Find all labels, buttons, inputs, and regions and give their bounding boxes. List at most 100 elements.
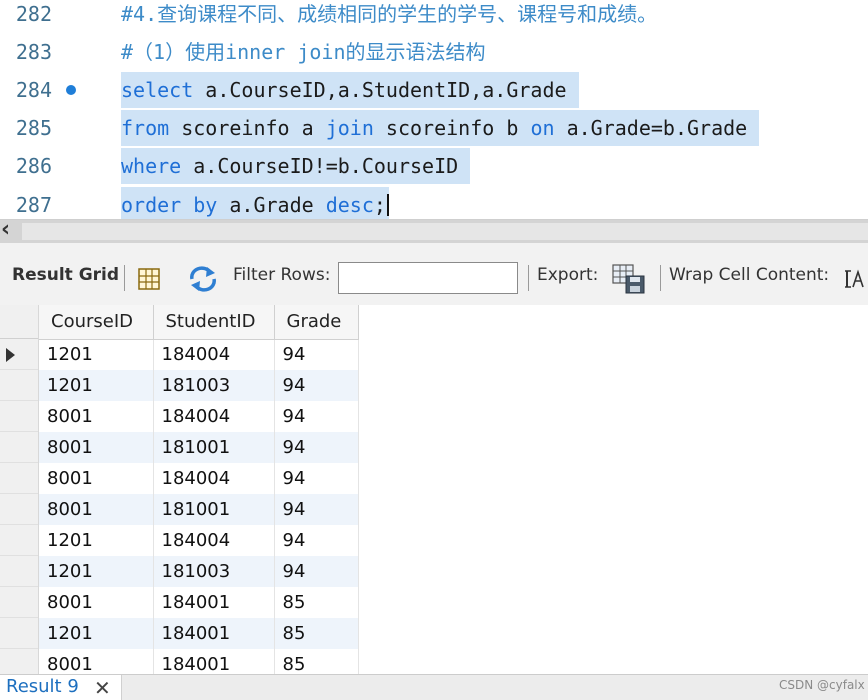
table-row[interactable]: 1201 184004 94 — [39, 525, 359, 556]
row-header[interactable] — [0, 432, 38, 463]
cell[interactable]: 8001 — [39, 463, 154, 494]
column-header-courseid[interactable]: CourseID — [39, 305, 154, 340]
grid-view-icon[interactable] — [137, 267, 161, 291]
comment-text: #4.查询课程不同、成绩相同的学生的学号、课程号和成绩。 — [121, 2, 658, 26]
cell[interactable]: 85 — [274, 587, 359, 618]
result-grid-button[interactable]: Result Grid — [12, 263, 119, 287]
cell[interactable]: 8001 — [39, 587, 154, 618]
filter-rows-input[interactable] — [338, 262, 518, 294]
code-text: order by a.Grade desc; — [121, 187, 389, 219]
row-header[interactable] — [0, 587, 38, 618]
table-row[interactable]: 8001 184001 85 — [39, 649, 359, 674]
cell[interactable]: 85 — [274, 649, 359, 674]
wrap-cell-content-label: Wrap Cell Content: — [669, 265, 830, 285]
line-number: 285 — [15, 116, 52, 140]
cell[interactable]: 94 — [274, 339, 359, 370]
scrollbar-thumb[interactable] — [22, 223, 868, 240]
keyword: desc — [325, 193, 374, 217]
sql-editor[interactable]: 282 #4.查询课程不同、成绩相同的学生的学号、课程号和成绩。 283 #（1… — [0, 0, 868, 219]
tab-label: Result 9 — [6, 676, 79, 697]
cell[interactable]: 94 — [274, 494, 359, 525]
table-row[interactable]: 8001 181001 94 — [39, 494, 359, 525]
cell[interactable]: 181003 — [153, 370, 275, 401]
cell[interactable]: 181001 — [153, 432, 275, 463]
cell[interactable]: 184004 — [153, 339, 275, 370]
code-fragment: a.Grade — [217, 193, 326, 217]
comment-text: #（1）使用inner join的显示语法结构 — [121, 40, 486, 64]
cell[interactable]: 8001 — [39, 649, 154, 674]
column-header-studentid[interactable]: StudentID — [153, 305, 275, 340]
result-table: CourseID StudentID Grade 1201 184004 94 12… — [39, 305, 359, 674]
header-row: CourseID StudentID Grade — [39, 305, 359, 340]
cell[interactable]: 94 — [274, 370, 359, 401]
cell[interactable]: 94 — [274, 525, 359, 556]
cell[interactable]: 1201 — [39, 339, 154, 370]
cell[interactable]: 184004 — [153, 525, 275, 556]
corner-cell[interactable] — [0, 305, 38, 339]
cell[interactable]: 184001 — [153, 618, 275, 649]
row-header[interactable] — [0, 494, 38, 525]
refresh-icon[interactable] — [188, 266, 218, 292]
cell[interactable]: 1201 — [39, 370, 154, 401]
line-number: 282 — [15, 2, 52, 26]
wrap-text-icon[interactable] — [845, 268, 867, 290]
filter-rows-label: Filter Rows: — [233, 265, 331, 285]
line-number: 287 — [15, 193, 52, 217]
row-header[interactable] — [0, 618, 38, 649]
scroll-left-icon[interactable]: ‹ — [1, 217, 10, 242]
result-grid[interactable]: CourseID StudentID Grade 1201 184004 94 12… — [0, 305, 868, 674]
code-line-285: 285 from scoreinfo a join scoreinfo b on… — [0, 110, 868, 146]
row-header[interactable] — [0, 401, 38, 432]
cell[interactable]: 85 — [274, 618, 359, 649]
cell[interactable]: 8001 — [39, 432, 154, 463]
row-header[interactable] — [0, 556, 38, 587]
cell[interactable]: 184001 — [153, 587, 275, 618]
code-fragment: ; — [373, 193, 386, 217]
cell[interactable]: 94 — [274, 401, 359, 432]
cell[interactable]: 1201 — [39, 556, 154, 587]
table-row[interactable]: 1201 181003 94 — [39, 556, 359, 587]
cell[interactable]: 94 — [274, 556, 359, 587]
table-row[interactable]: 1201 181003 94 — [39, 370, 359, 401]
code-line-287: 287 order by a.Grade desc; — [0, 187, 868, 219]
cell[interactable]: 8001 — [39, 401, 154, 432]
code-line-283: 283 #（1）使用inner join的显示语法结构 — [0, 34, 868, 70]
code-line-282: 282 #4.查询课程不同、成绩相同的学生的学号、课程号和成绩。 — [0, 0, 868, 32]
row-header[interactable] — [0, 370, 38, 401]
row-header[interactable] — [0, 463, 38, 494]
cell[interactable]: 1201 — [39, 618, 154, 649]
code-line-284: 284 select a.CourseID,a.StudentID,a.Grad… — [0, 72, 868, 108]
cell[interactable]: 184004 — [153, 463, 275, 494]
horizontal-scrollbar[interactable]: ‹ — [0, 217, 868, 244]
table-row[interactable]: 1201 184001 85 — [39, 618, 359, 649]
row-header-column — [0, 305, 39, 674]
table-row[interactable]: 8001 181001 94 — [39, 432, 359, 463]
code-text: from scoreinfo a join scoreinfo b on a.G… — [121, 110, 760, 146]
table-row[interactable]: 1201 184004 94 — [39, 339, 359, 370]
column-header-grade[interactable]: Grade — [274, 305, 359, 340]
execution-marker-icon[interactable] — [66, 85, 76, 95]
export-icon[interactable] — [612, 264, 646, 294]
cell[interactable]: 94 — [274, 463, 359, 494]
row-header[interactable] — [0, 649, 38, 674]
cell[interactable]: 184004 — [153, 401, 275, 432]
result-toolbar: Result Grid Filter Rows: Export: Wrap Ce… — [0, 243, 868, 306]
row-header[interactable] — [0, 339, 38, 370]
cell[interactable]: 181001 — [153, 494, 275, 525]
cell[interactable]: 8001 — [39, 494, 154, 525]
tab-result-9[interactable]: Result 9 ✕ — [0, 675, 122, 700]
table-row[interactable]: 8001 184004 94 — [39, 401, 359, 432]
line-number: 284 — [15, 78, 52, 102]
cell[interactable]: 1201 — [39, 525, 154, 556]
text-cursor — [386, 194, 389, 216]
row-header[interactable] — [0, 525, 38, 556]
table-row[interactable]: 8001 184004 94 — [39, 463, 359, 494]
keyword: join — [325, 116, 374, 140]
keyword: from — [121, 116, 170, 140]
cell[interactable]: 94 — [274, 432, 359, 463]
cell[interactable]: 181003 — [153, 556, 275, 587]
code-fragment: scoreinfo a — [169, 116, 326, 140]
close-tab-icon[interactable]: ✕ — [94, 676, 111, 700]
table-row[interactable]: 8001 184001 85 — [39, 587, 359, 618]
cell[interactable]: 184001 — [153, 649, 275, 674]
